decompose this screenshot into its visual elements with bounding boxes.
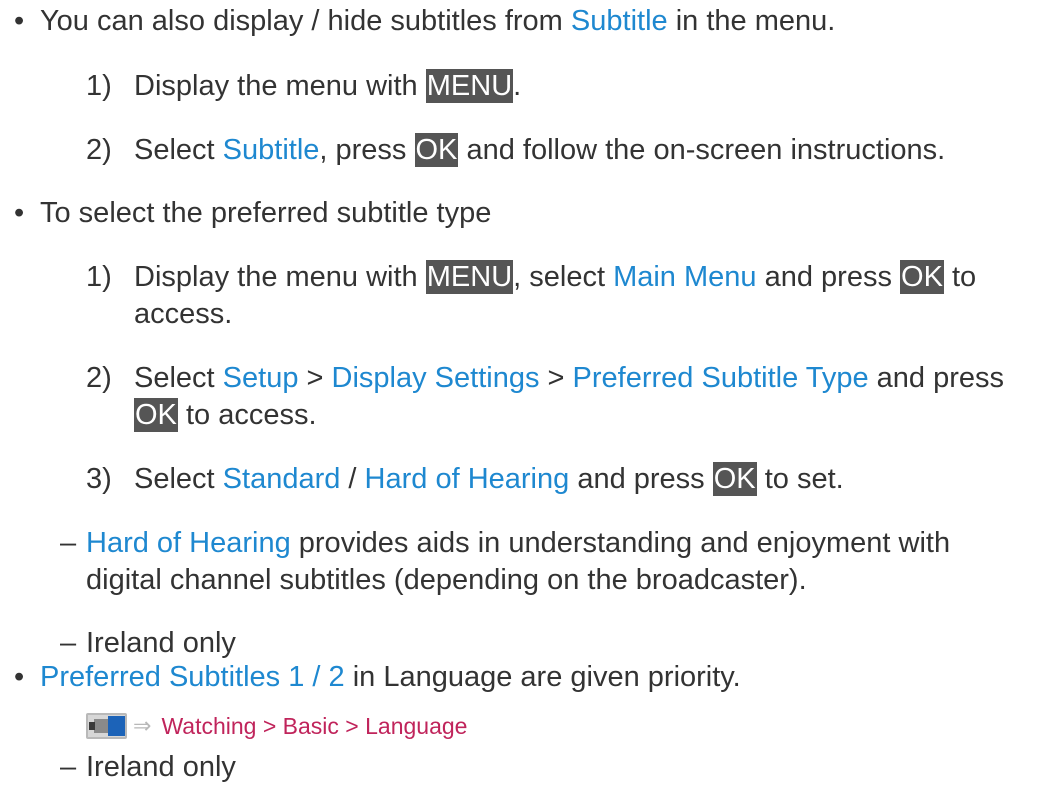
preferred-type-step-2-cont: OK to access. xyxy=(134,398,317,432)
preferred-type-step-2: 2) Select Setup > Display Settings > Pref… xyxy=(86,362,1005,394)
menu-key-badge: MENU xyxy=(425,69,514,103)
help-page: • You can also display / hide subtitles … xyxy=(0,0,1049,787)
ireland-only-note: Ireland only xyxy=(86,751,236,783)
ok-key-badge: OK xyxy=(134,398,178,432)
menu-tip-step-1: 1) Display the menu with MENU. xyxy=(86,69,522,103)
preferred-subtitles-link[interactable]: Preferred Subtitles 1 / 2 xyxy=(40,661,345,693)
preferred-type-step-1: 1) Display the menu with MENU, select Mai… xyxy=(86,260,977,294)
subtitle-link[interactable]: Subtitle xyxy=(571,5,668,37)
reference-path: Watching > Basic > Language xyxy=(161,713,468,739)
bullet-marker: • xyxy=(14,5,25,37)
priority-text: Preferred Subtitles 1 / 2 in Language ar… xyxy=(40,661,741,693)
reference-link[interactable]: ⇒ Watching > Basic > Language xyxy=(86,712,467,740)
ok-key-badge: OK xyxy=(414,133,459,167)
setup-link[interactable]: Setup xyxy=(223,362,299,394)
tv-menu-icon xyxy=(86,713,127,739)
preferred-type-heading: To select the preferred subtitle type xyxy=(40,197,492,229)
ireland-only-note: Ireland only xyxy=(86,627,236,659)
dash-marker: – xyxy=(60,751,77,783)
hard-of-hearing-note: Hard of Hearing provides aids in underst… xyxy=(86,527,951,559)
standard-link[interactable]: Standard xyxy=(223,463,341,495)
ok-key-badge: OK xyxy=(712,462,757,496)
dash-marker: – xyxy=(60,527,77,559)
main-menu-link[interactable]: Main Menu xyxy=(613,261,756,293)
hard-of-hearing-note-cont: digital channel subtitles (depending on … xyxy=(86,564,807,596)
dash-marker: – xyxy=(60,627,77,659)
hard-of-hearing-link[interactable]: Hard of Hearing xyxy=(365,463,570,495)
preferred-subtitle-type-link[interactable]: Preferred Subtitle Type xyxy=(573,362,869,394)
bullet-marker: • xyxy=(14,197,25,229)
display-settings-link[interactable]: Display Settings xyxy=(332,362,540,394)
menu-tip-step-2: 2) Select Subtitle, press OK and follow t… xyxy=(86,133,946,167)
preferred-type-step-3: 3) Select Standard / Hard of Hearing and … xyxy=(86,462,844,496)
menu-key-badge: MENU xyxy=(425,260,514,294)
ok-key-badge: OK xyxy=(900,260,944,294)
arrow-right-icon: ⇒ xyxy=(133,713,152,738)
subtitle-link[interactable]: Subtitle xyxy=(223,134,320,166)
bullet-marker: • xyxy=(14,661,25,693)
preferred-type-step-1-cont: access. xyxy=(134,298,233,330)
hard-of-hearing-link[interactable]: Hard of Hearing xyxy=(86,527,291,559)
menu-tip-text: You can also display / hide subtitles fr… xyxy=(40,5,836,37)
